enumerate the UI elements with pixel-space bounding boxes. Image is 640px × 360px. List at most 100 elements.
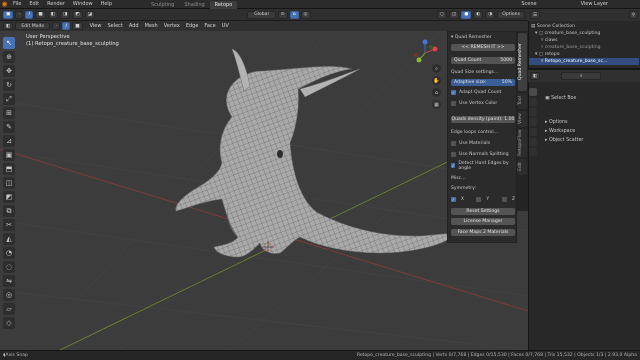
scene-tab-icon[interactable] <box>529 118 537 126</box>
section-object-scatter[interactable]: ▸ Object Scatter <box>545 138 583 143</box>
editor-type-icon[interactable]: ◧ <box>3 22 14 30</box>
move-tool-icon[interactable]: ✥ <box>3 65 15 77</box>
menu-face[interactable]: Face <box>201 21 218 31</box>
tab-quad-remesher[interactable]: Quad Remesher <box>518 33 527 91</box>
select-box-tool-icon[interactable]: ↖ <box>3 37 15 49</box>
edge-slide-tool-icon[interactable]: ⇋ <box>3 275 15 287</box>
outliner-row-object[interactable]: ▿ creature_base_sculpting <box>529 44 639 51</box>
edge-select-icon[interactable]: / <box>25 10 34 19</box>
menu-file[interactable]: File <box>9 0 25 9</box>
vertex-select-icon[interactable]: · <box>15 10 24 19</box>
checkbox-icon[interactable] <box>476 197 482 202</box>
poly-build-tool-icon[interactable]: ◭ <box>3 233 15 245</box>
menu-help[interactable]: Help <box>97 0 116 9</box>
creature-mesh[interactable] <box>175 48 453 258</box>
mode-dropdown[interactable]: Edit Mode <box>15 22 51 30</box>
menu-add[interactable]: Add <box>126 21 142 31</box>
menu-view[interactable]: View <box>87 21 105 31</box>
shading-rendered-icon[interactable]: ◑ <box>485 10 496 19</box>
license-manager-button[interactable]: License Manager <box>451 218 515 225</box>
outliner-row-selected[interactable]: ▿ Retopo_creature_base_sc... <box>529 58 639 65</box>
annotate-tool-icon[interactable]: ✎ <box>3 121 15 133</box>
transform-tool-icon[interactable]: ⊞ <box>3 107 15 119</box>
menu-window[interactable]: Window <box>69 0 97 9</box>
panel-title[interactable]: ▾ Quad Remesher <box>451 34 515 41</box>
smooth-tool-icon[interactable]: ◌ <box>3 261 15 273</box>
inset-tool-icon[interactable]: ◫ <box>3 177 15 189</box>
outliner-row-object[interactable]: ▿ claws <box>529 37 639 44</box>
edge-loops-control-header[interactable]: Edge loops control... <box>451 129 515 136</box>
misc-header[interactable]: Misc... <box>451 175 515 182</box>
xray-icon[interactable]: ◫ <box>448 10 460 19</box>
checkbox-icon[interactable] <box>501 197 507 202</box>
shading-solid-icon[interactable]: ● <box>461 10 472 19</box>
section-options[interactable]: ▸ Options <box>545 120 567 125</box>
menu-vertex[interactable]: Vertex <box>161 21 183 31</box>
proportional-edit-icon[interactable]: ◎ <box>300 10 311 19</box>
outliner-filter-icon[interactable]: ⚲ <box>628 11 638 19</box>
reset-settings-button[interactable]: Reset Settings <box>451 208 515 215</box>
face-mode-icon[interactable]: ■ <box>72 22 83 30</box>
menu-mesh[interactable]: Mesh <box>142 21 161 31</box>
select-mode-icon[interactable]: ▣ <box>3 10 14 19</box>
subtract-icon[interactable]: ◨ <box>60 10 71 19</box>
add-cube-tool-icon[interactable]: ▣ <box>3 149 15 161</box>
use-normals-splitting-checkbox[interactable]: Use Normals Splitting <box>451 151 515 158</box>
menu-render[interactable]: Render <box>43 0 69 9</box>
outliner-row-collection[interactable]: ▾ ▢ creature_base_sculpting <box>529 30 639 37</box>
tab-tool[interactable]: Tool <box>518 93 527 109</box>
transform-orientation-dropdown[interactable]: Global <box>247 10 276 19</box>
tab-shading[interactable]: Shading <box>179 1 209 9</box>
remesh-it-button[interactable]: << REMESH IT >> <box>451 44 515 51</box>
camera-icon[interactable]: ⌂ <box>432 88 441 97</box>
intersect-icon[interactable]: ◪ <box>84 10 96 19</box>
use-materials-checkbox[interactable]: Use Materials <box>451 140 515 147</box>
tab-retopo[interactable]: Retopo <box>209 0 238 9</box>
output-tab-icon[interactable] <box>529 108 537 116</box>
tab-sculpting[interactable]: Sculpting <box>146 1 179 9</box>
loop-cut-tool-icon[interactable]: ⧉ <box>3 205 15 217</box>
menu-edge[interactable]: Edge <box>183 21 202 31</box>
outliner-row-scene-collection[interactable]: ▤ Scene Collection <box>529 23 639 30</box>
ortho-grid-icon[interactable]: ▦ <box>432 100 441 109</box>
render-tab-icon[interactable] <box>529 98 537 106</box>
zoom-icon[interactable]: ⌕ <box>432 64 441 73</box>
detect-hard-edges-checkbox[interactable]: ✓ Detect Hard Edges by angle <box>451 161 515 171</box>
scale-tool-icon[interactable]: ⤢ <box>3 93 15 105</box>
spin-tool-icon[interactable]: ◔ <box>3 247 15 259</box>
pan-hand-icon[interactable]: ✋ <box>432 76 441 85</box>
modifier-tab-icon[interactable] <box>529 138 537 146</box>
edge-mode-icon[interactable]: / <box>62 22 71 30</box>
menu-select[interactable]: Select <box>104 21 125 31</box>
tab-retopoflow[interactable]: RetopoFlow <box>518 129 527 157</box>
tool-tab-icon[interactable] <box>529 88 537 96</box>
adapt-quad-count-checkbox[interactable]: ✓ Adapt Quad Count <box>451 89 515 96</box>
pivot-icon[interactable]: ⊙ <box>277 10 288 19</box>
extend-icon[interactable]: ◧ <box>47 10 59 19</box>
view-layer-selector[interactable]: View Layer <box>577 0 612 9</box>
shear-tool-icon[interactable]: ▱ <box>3 303 15 315</box>
face-maps-materials-button[interactable]: Face Maps 2 Materials <box>451 229 515 236</box>
quads-density-field[interactable]: Quads density (paint): 1.00 <box>451 116 515 123</box>
cursor-tool-icon[interactable]: ⊕ <box>3 51 15 63</box>
tab-view[interactable]: View <box>518 111 527 127</box>
menu-uv[interactable]: UV <box>219 21 232 31</box>
quad-size-settings-header[interactable]: Quad Size settings... <box>451 69 515 76</box>
face-select-icon[interactable]: ■ <box>35 10 46 19</box>
rip-tool-icon[interactable]: ◇ <box>3 317 15 329</box>
object-tab-icon[interactable] <box>529 128 537 136</box>
menu-edit[interactable]: Edit <box>25 0 43 9</box>
material-tab-icon[interactable] <box>529 148 537 156</box>
measure-tool-icon[interactable]: ⊿ <box>3 135 15 147</box>
properties-editor-icon[interactable]: ◧ <box>530 72 541 80</box>
shrink-tool-icon[interactable]: ◎ <box>3 289 15 301</box>
search-icon[interactable]: ⌕ <box>561 72 602 80</box>
check-icon[interactable]: ✓ <box>451 197 456 202</box>
overlay-icon[interactable]: ○ <box>436 10 447 19</box>
invert-icon[interactable]: ◩ <box>72 10 83 19</box>
extrude-tool-icon[interactable]: ⬒ <box>3 163 15 175</box>
outliner-editor-icon[interactable]: ☰ <box>530 11 541 19</box>
bevel-tool-icon[interactable]: ◩ <box>3 191 15 203</box>
section-workspace[interactable]: ▸ Workspace <box>545 129 575 134</box>
blender-logo-icon[interactable]: ◉ <box>0 0 9 9</box>
